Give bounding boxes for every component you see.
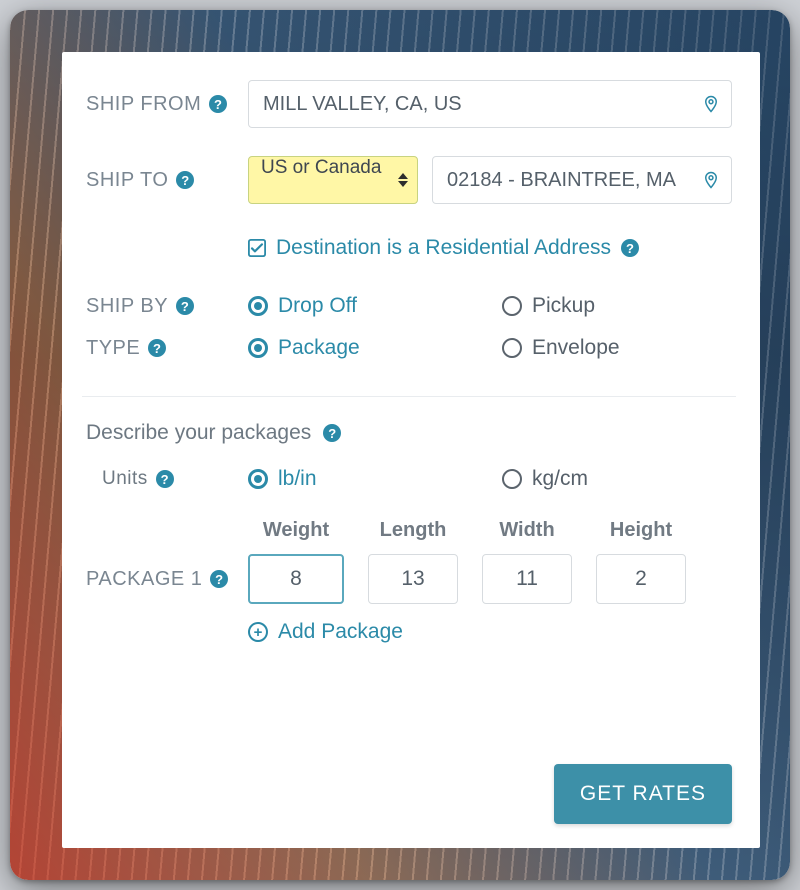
units-kgcm-label: kg/cm bbox=[532, 467, 588, 491]
ship-from-input[interactable] bbox=[248, 80, 732, 128]
type-envelope-option[interactable]: Envelope bbox=[502, 336, 744, 360]
ship-by-dropoff-option[interactable]: Drop Off bbox=[248, 294, 490, 318]
package-headers: Weight Length Width Height bbox=[248, 519, 732, 542]
packages-section-title: Describe your packages ? bbox=[86, 421, 732, 445]
help-icon[interactable]: ? bbox=[621, 239, 639, 257]
residential-checkbox-icon[interactable] bbox=[248, 239, 266, 257]
package-1-label-text: PACKAGE 1 bbox=[86, 568, 202, 591]
radio-selected-icon bbox=[248, 338, 268, 358]
radio-selected-icon bbox=[248, 469, 268, 489]
radio-unselected-icon bbox=[502, 469, 522, 489]
ship-to-input[interactable] bbox=[432, 156, 732, 204]
residential-row[interactable]: Destination is a Residential Address ? bbox=[248, 236, 732, 260]
type-package-label: Package bbox=[278, 336, 360, 360]
location-pin-icon[interactable] bbox=[702, 92, 720, 116]
ship-from-label-text: SHIP FROM bbox=[86, 93, 201, 116]
radio-unselected-icon bbox=[502, 296, 522, 316]
units-lbin-label: lb/in bbox=[278, 467, 317, 491]
package-length-input[interactable] bbox=[368, 554, 458, 604]
header-width: Width bbox=[482, 519, 572, 542]
package-height-input[interactable] bbox=[596, 554, 686, 604]
help-icon[interactable]: ? bbox=[210, 570, 228, 588]
get-rates-button[interactable]: GET RATES bbox=[554, 764, 732, 824]
units-lbin-option[interactable]: lb/in bbox=[248, 467, 490, 491]
header-length: Length bbox=[368, 519, 458, 542]
ship-from-label: SHIP FROM ? bbox=[86, 93, 234, 116]
location-pin-icon[interactable] bbox=[702, 168, 720, 192]
type-label-text: TYPE bbox=[86, 337, 140, 360]
units-label-text: Units bbox=[102, 468, 148, 490]
header-weight: Weight bbox=[248, 519, 344, 542]
radio-selected-icon bbox=[248, 296, 268, 316]
ship-to-region-select[interactable]: US or Canada bbox=[248, 156, 418, 204]
divider bbox=[82, 396, 736, 397]
type-package-option[interactable]: Package bbox=[248, 336, 490, 360]
ship-to-label-text: SHIP TO bbox=[86, 169, 168, 192]
help-icon[interactable]: ? bbox=[176, 297, 194, 315]
header-height: Height bbox=[596, 519, 686, 542]
packages-section-title-text: Describe your packages bbox=[86, 421, 311, 445]
shipping-form: SHIP FROM ? SHIP TO ? US or Canada bbox=[62, 52, 760, 848]
add-package-button[interactable]: + Add Package bbox=[248, 620, 732, 644]
ship-by-pickup-option[interactable]: Pickup bbox=[502, 294, 744, 318]
select-arrows-icon bbox=[398, 173, 408, 187]
ship-by-pickup-label: Pickup bbox=[532, 294, 595, 318]
help-icon[interactable]: ? bbox=[148, 339, 166, 357]
help-icon[interactable]: ? bbox=[323, 424, 341, 442]
package-width-input[interactable] bbox=[482, 554, 572, 604]
ship-to-region-value: US or Canada bbox=[248, 156, 418, 204]
residential-label: Destination is a Residential Address bbox=[276, 236, 611, 260]
package-weight-input[interactable] bbox=[248, 554, 344, 604]
radio-unselected-icon bbox=[502, 338, 522, 358]
units-label: Units ? bbox=[86, 468, 234, 490]
type-label: TYPE ? bbox=[86, 337, 234, 360]
ship-to-label: SHIP TO ? bbox=[86, 169, 234, 192]
ship-by-label-text: SHIP BY bbox=[86, 295, 168, 318]
plus-circle-icon: + bbox=[248, 622, 268, 642]
help-icon[interactable]: ? bbox=[209, 95, 227, 113]
add-package-label: Add Package bbox=[278, 620, 403, 644]
package-1-label: PACKAGE 1 ? bbox=[86, 568, 234, 591]
ship-by-label: SHIP BY ? bbox=[86, 295, 234, 318]
help-icon[interactable]: ? bbox=[176, 171, 194, 189]
units-kgcm-option[interactable]: kg/cm bbox=[502, 467, 744, 491]
help-icon[interactable]: ? bbox=[156, 470, 174, 488]
type-envelope-label: Envelope bbox=[532, 336, 620, 360]
ship-by-dropoff-label: Drop Off bbox=[278, 294, 357, 318]
